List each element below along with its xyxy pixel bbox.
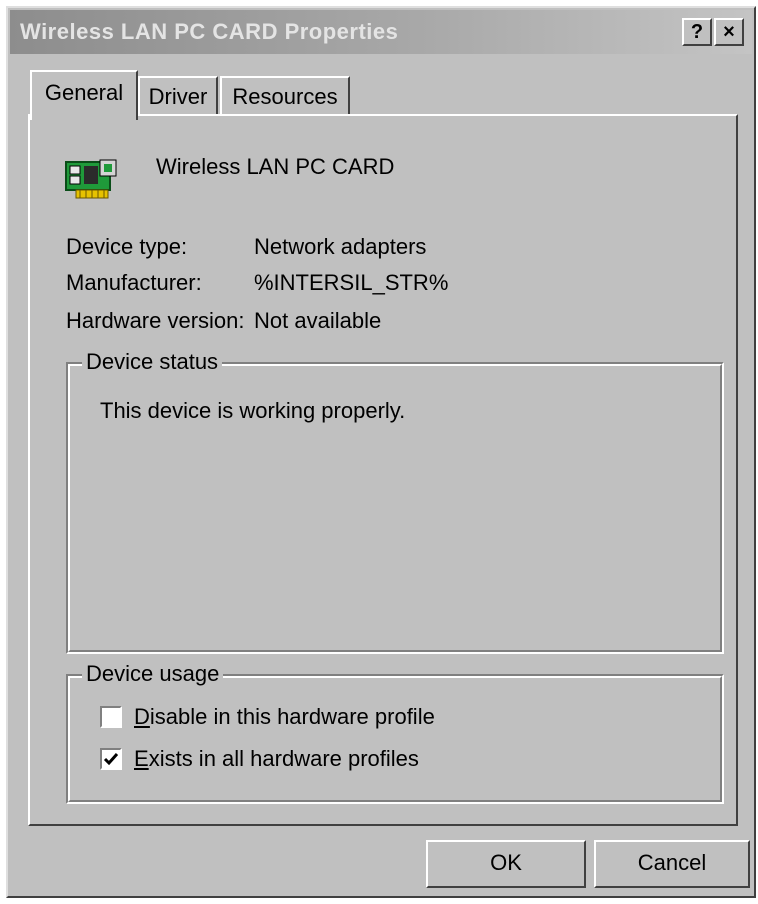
hardware-version-label: Hardware version:	[66, 308, 245, 333]
tab-driver[interactable]: Driver	[138, 76, 218, 116]
device-status-legend: Device status	[82, 349, 223, 375]
close-button[interactable]: ×	[714, 18, 744, 46]
exists-all-profiles-label: Exists in all hardware profiles	[134, 746, 419, 771]
tab-general[interactable]: General	[30, 70, 138, 120]
device-usage-legend: Device usage	[82, 661, 224, 687]
device-status-text: This device is working properly.	[100, 398, 406, 423]
window-title: Wireless LAN PC CARD Properties	[20, 19, 399, 44]
manufacturer-value: %INTERSIL_STR%	[254, 270, 449, 295]
tab-resources[interactable]: Resources	[220, 76, 350, 116]
disable-profile-label: Disable in this hardware profile	[134, 704, 435, 729]
device-type-value: Network adapters	[254, 234, 427, 259]
disable-profile-checkbox-row[interactable]: Disable in this hardware profile	[100, 702, 435, 732]
device-type-label: Device type:	[66, 234, 188, 259]
properties-dialog: Wireless LAN PC CARD Properties ? × Gene…	[6, 6, 756, 898]
device-name: Wireless LAN PC CARD	[156, 154, 395, 179]
checkmark-icon	[103, 753, 119, 766]
network-card-icon	[64, 156, 122, 202]
manufacturer-label: Manufacturer:	[66, 270, 202, 295]
device-usage-group: Device usage Disable in this hardware pr…	[66, 661, 724, 804]
cancel-button[interactable]: Cancel	[594, 840, 750, 888]
disable-profile-checkbox[interactable]	[100, 706, 122, 728]
exists-all-profiles-checkbox[interactable]	[100, 748, 122, 770]
hardware-version-value: Not available	[254, 308, 382, 333]
device-status-group: Device status This device is working pro…	[66, 349, 724, 654]
general-tab-panel: Wireless LAN PC CARD Device type: Networ…	[28, 114, 738, 826]
ok-button[interactable]: OK	[426, 840, 586, 888]
help-button[interactable]: ?	[682, 18, 712, 46]
exists-all-profiles-checkbox-row[interactable]: Exists in all hardware profiles	[100, 744, 419, 774]
title-bar[interactable]: Wireless LAN PC CARD Properties ? ×	[10, 10, 752, 54]
